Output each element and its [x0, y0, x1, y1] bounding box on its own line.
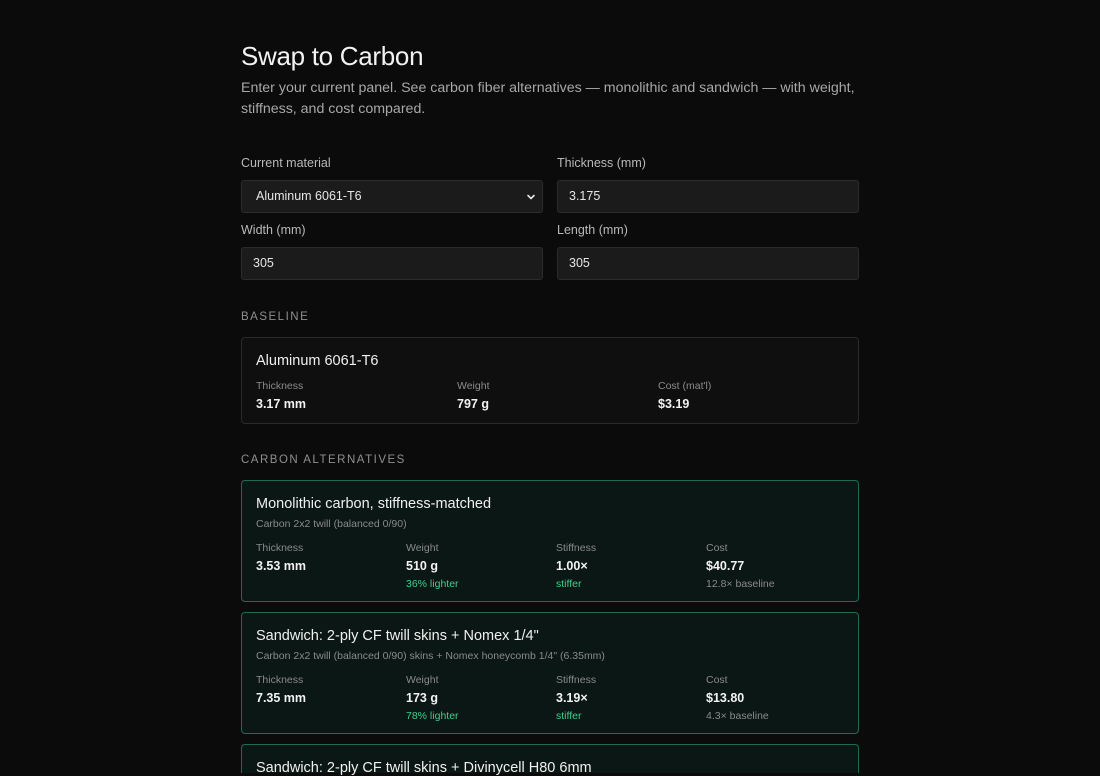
- material-field: Current material Aluminum 6061-T6: [241, 156, 543, 213]
- stat-label: Stiffness: [556, 542, 597, 554]
- stat-value: 3.19×: [556, 691, 588, 705]
- thickness-field: Thickness (mm) 3.175: [557, 156, 859, 213]
- stat-label: Cost: [706, 674, 728, 686]
- width-label: Width (mm): [241, 223, 306, 237]
- stat-note: 36% lighter: [406, 578, 459, 590]
- baseline-section-label: BASELINE: [241, 311, 310, 323]
- length-label: Length (mm): [557, 223, 628, 237]
- alternative-card[interactable]: Sandwich: 2-ply CF twill skins + Nomex 1…: [241, 612, 859, 734]
- width-field: Width (mm) 305: [241, 223, 543, 280]
- baseline-thickness: Thickness 3.17 mm: [256, 380, 306, 411]
- alternative-title: Sandwich: 2-ply CF twill skins + Nomex 1…: [256, 628, 539, 644]
- baseline-weight: Weight 797 g: [457, 380, 490, 411]
- page-subtitle: Enter your current panel. See carbon fib…: [241, 80, 855, 117]
- alternative-cost: Cost $40.77 12.8× baseline: [706, 542, 775, 590]
- alternatives-section-label: CARBON ALTERNATIVES: [241, 454, 406, 466]
- stat-note: stiffer: [556, 578, 582, 590]
- alternative-subtitle: Carbon 2x2 twill (balanced 0/90): [256, 518, 407, 530]
- thickness-input[interactable]: 3.175: [557, 180, 859, 213]
- alternative-thickness: Thickness 7.35 mm: [256, 674, 306, 705]
- alternative-title: Monolithic carbon, stiffness-matched: [256, 496, 492, 512]
- alternative-stiffness: Stiffness 3.19× stiffer: [556, 674, 596, 722]
- stat-label: Cost: [706, 542, 728, 554]
- stat-value: $13.80: [706, 691, 745, 705]
- stat-value: 797 g: [457, 397, 489, 411]
- stat-value: 3.17 mm: [256, 397, 307, 411]
- stat-label: Stiffness: [556, 674, 597, 686]
- alternative-cost: Cost $13.80 4.3× baseline: [706, 674, 769, 722]
- material-select[interactable]: Aluminum 6061-T6: [241, 180, 543, 213]
- length-input[interactable]: 305: [557, 247, 859, 280]
- stat-value: 173 g: [406, 691, 438, 705]
- stat-label: Weight: [406, 542, 439, 554]
- stat-note: 12.8× baseline: [706, 578, 775, 590]
- stat-value: 510 g: [406, 559, 438, 573]
- baseline-cost: Cost (mat'l) $3.19: [658, 380, 711, 411]
- alternative-weight: Weight 173 g 78% lighter: [406, 674, 459, 722]
- alternative-thickness: Thickness 3.53 mm: [256, 542, 306, 573]
- baseline-name: Aluminum 6061-T6: [256, 353, 379, 369]
- alternative-card[interactable]: Sandwich: 2-ply CF twill skins + Divinyc…: [241, 744, 859, 776]
- stat-note: 78% lighter: [406, 710, 459, 722]
- alternative-weight: Weight 510 g 36% lighter: [406, 542, 459, 590]
- stat-label: Thickness: [256, 674, 304, 686]
- stat-label: Cost (mat'l): [658, 380, 712, 392]
- stat-note: stiffer: [556, 710, 582, 722]
- stat-value: 7.35 mm: [256, 691, 307, 705]
- stat-label: Thickness: [256, 542, 304, 554]
- stat-value: $40.77: [706, 559, 745, 573]
- alternative-card[interactable]: Monolithic carbon, stiffness-matched Car…: [241, 480, 859, 602]
- stat-value: $3.19: [658, 397, 690, 411]
- stat-label: Weight: [457, 380, 490, 392]
- page-title: Swap to Carbon: [241, 41, 424, 71]
- length-field: Length (mm) 305: [557, 223, 859, 280]
- alternative-title: Sandwich: 2-ply CF twill skins + Divinyc…: [256, 760, 592, 776]
- width-input[interactable]: 305: [241, 247, 543, 280]
- stat-value: 3.53 mm: [256, 559, 307, 573]
- thickness-label: Thickness (mm): [557, 156, 646, 170]
- baseline-card: Aluminum 6061-T6 Thickness 3.17 mm Weigh…: [241, 337, 859, 424]
- stat-label: Weight: [406, 674, 439, 686]
- stat-value: 1.00×: [556, 559, 588, 573]
- alternative-stiffness: Stiffness 1.00× stiffer: [556, 542, 596, 590]
- stat-note: 4.3× baseline: [706, 710, 769, 722]
- chevron-down-icon: [527, 194, 535, 200]
- material-label: Current material: [241, 156, 331, 170]
- material-select-value: Aluminum 6061-T6: [256, 189, 362, 203]
- alternative-subtitle: Carbon 2x2 twill (balanced 0/90) skins +…: [256, 650, 605, 662]
- stat-label: Thickness: [256, 380, 304, 392]
